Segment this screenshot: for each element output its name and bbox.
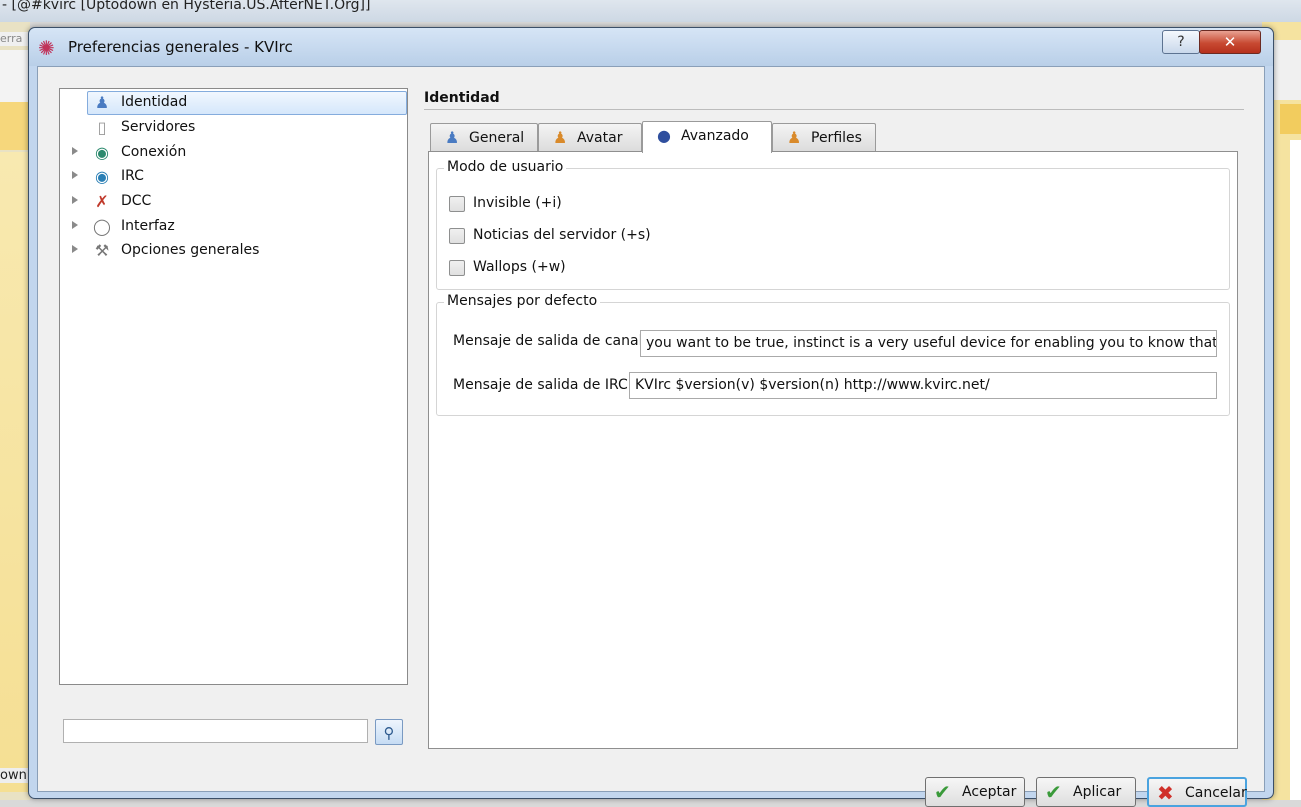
group-legend: Mensajes por defecto — [444, 293, 601, 309]
server-icon: ▯ — [97, 118, 107, 137]
profiles-icon: ♟ — [787, 128, 802, 147]
search-input[interactable] — [63, 719, 368, 743]
tree-item-label: Opciones generales — [121, 242, 260, 258]
expand-arrow-icon[interactable] — [72, 245, 78, 253]
tree-item-servidores[interactable]: ▯ Servidores — [60, 116, 407, 140]
background-window-title: - [@#kvirc [Uptodown en Hysteria.US.Afte… — [2, 0, 371, 13]
tree-item-label: DCC — [121, 193, 152, 209]
background-fragment-text: erra — [0, 32, 30, 46]
avatar-icon: ♟ — [553, 128, 568, 147]
expand-arrow-icon[interactable] — [72, 171, 78, 179]
wrench-icon: ⚒ — [94, 241, 110, 260]
checkmark-icon: ✔ — [934, 780, 951, 804]
dialog-title: Preferencias generales - KVIrc — [68, 38, 293, 56]
background-panel-body — [0, 152, 30, 792]
irc-message-field[interactable]: KVIrc $version(v) $version(n) http://www… — [629, 372, 1217, 399]
search-button[interactable]: ⚲ — [375, 719, 403, 745]
tab-bar: ♟ General ♟ Avatar ● Avanzado ♟ Perfiles — [430, 121, 890, 153]
background-scrollbar — [1290, 140, 1301, 800]
tree-item-label: Interfaz — [121, 218, 175, 234]
expand-arrow-icon[interactable] — [72, 196, 78, 204]
tree-item-opciones-generales[interactable]: ⚒ Opciones generales — [60, 239, 407, 263]
person-icon: ♟ — [445, 128, 460, 147]
cancelar-button[interactable]: ✖ Cancelar — [1147, 777, 1247, 807]
tab-general[interactable]: ♟ General — [430, 123, 538, 151]
background-window-titlebar: - [@#kvirc [Uptodown en Hysteria.US.Afte… — [0, 0, 1301, 22]
options-tree[interactable]: ♟ Identidad ▯ Servidores ◉ Conexión ◉ IR… — [59, 88, 408, 685]
tab-label: General — [469, 130, 525, 146]
background-left-area: erra own — [0, 22, 30, 800]
checkbox-label: Invisible (+i) — [473, 195, 562, 211]
checkbox-box[interactable] — [449, 196, 465, 212]
tab-label: Perfiles — [811, 130, 862, 146]
canal-message-label: Mensaje de salida de canal: — [453, 333, 648, 349]
close-button[interactable]: ✕ — [1199, 30, 1261, 54]
expand-arrow-icon[interactable] — [72, 147, 78, 155]
checkbox-label: Noticias del servidor (+s) — [473, 227, 651, 243]
lightbulb-icon: ◯ — [93, 217, 111, 236]
user-icon: ♟ — [94, 93, 110, 112]
button-label: Cancelar — [1185, 785, 1247, 801]
kvirc-app-icon: ✺ — [38, 36, 55, 60]
cancel-icon: ✖ — [1157, 781, 1174, 805]
advanced-icon: ● — [657, 126, 671, 145]
divider — [424, 109, 1244, 110]
background-panel — [1280, 104, 1301, 134]
checkbox-box[interactable] — [449, 260, 465, 276]
background-panel — [0, 102, 30, 150]
tree-item-irc[interactable]: ◉ IRC — [60, 165, 407, 189]
dialog-titlebar[interactable]: ✺ Preferencias generales - KVIrc ? ✕ — [29, 28, 1273, 66]
checkmark-icon: ✔ — [1045, 780, 1062, 804]
tree-item-label: Servidores — [121, 119, 196, 135]
page-title: Identidad — [424, 90, 500, 106]
tab-label: Avatar — [577, 130, 623, 146]
checkbox-box[interactable] — [449, 228, 465, 244]
dcc-icon: ✗ — [95, 192, 109, 211]
background-fragment-text: own — [0, 768, 30, 783]
group-legend: Modo de usuario — [444, 159, 567, 175]
checkbox-label: Wallops (+w) — [473, 259, 566, 275]
tree-item-label: Identidad — [121, 94, 188, 110]
tree-item-conexion[interactable]: ◉ Conexión — [60, 141, 407, 165]
group-mensajes-defecto: Mensajes por defecto Mensaje de salida d… — [436, 293, 1230, 416]
tab-avatar[interactable]: ♟ Avatar — [538, 123, 642, 151]
irc-icon: ◉ — [95, 167, 109, 186]
tree-item-label: Conexión — [121, 144, 187, 160]
search-icon: ⚲ — [383, 724, 395, 742]
tree-item-label: IRC — [121, 168, 144, 184]
tree-item-dcc[interactable]: ✗ DCC — [60, 190, 407, 214]
button-label: Aceptar — [962, 784, 1017, 800]
button-label: Aplicar — [1073, 784, 1122, 800]
group-modo-usuario: Modo de usuario Invisible (+i) Noticias … — [436, 159, 1230, 290]
dialog-body: ♟ Identidad ▯ Servidores ◉ Conexión ◉ IR… — [37, 66, 1265, 807]
tab-label: Avanzado — [681, 128, 749, 144]
help-button[interactable]: ? — [1162, 30, 1200, 54]
tree-item-interfaz[interactable]: ◯ Interfaz — [60, 215, 407, 239]
background-panel — [1270, 40, 1301, 100]
canal-message-field[interactable]: you want to be true, instinct is a very … — [640, 330, 1217, 357]
expand-arrow-icon[interactable] — [72, 221, 78, 229]
tab-avanzado[interactable]: ● Avanzado — [642, 121, 772, 153]
irc-message-label: Mensaje de salida de IRC: — [453, 377, 633, 393]
aceptar-button[interactable]: ✔ Aceptar — [925, 777, 1025, 807]
tab-panel-avanzado: Modo de usuario Invisible (+i) Noticias … — [428, 151, 1238, 749]
preferences-dialog: ✺ Preferencias generales - KVIrc ? ✕ ♟ I… — [28, 27, 1274, 807]
tab-perfiles[interactable]: ♟ Perfiles — [772, 123, 876, 151]
globe-icon: ◉ — [95, 143, 109, 162]
tree-item-identidad[interactable]: ♟ Identidad — [60, 91, 407, 115]
aplicar-button[interactable]: ✔ Aplicar — [1036, 777, 1136, 807]
